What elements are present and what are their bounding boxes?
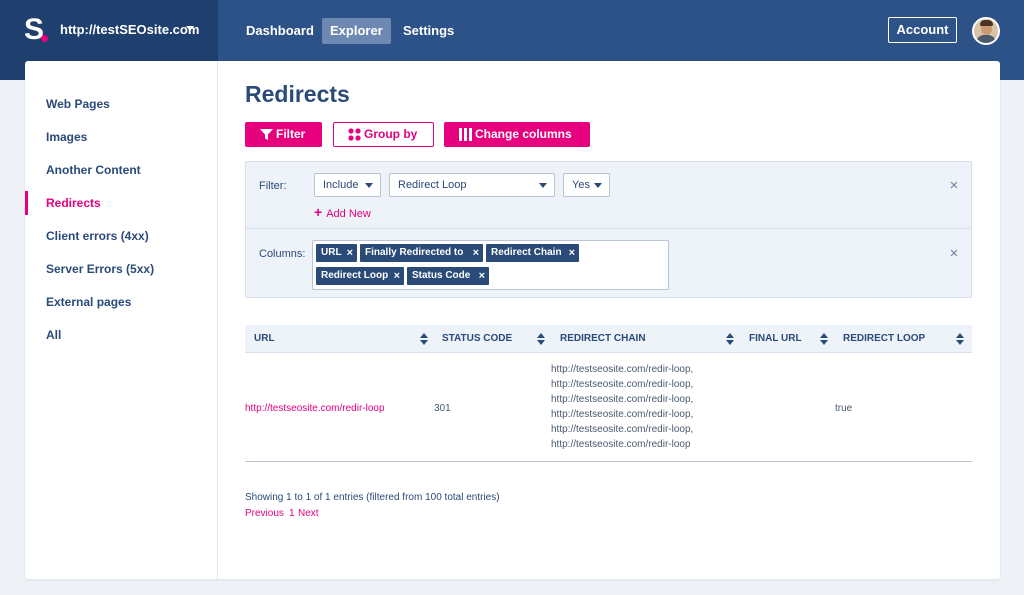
- columns-tag-input[interactable]: URL × Finally Redirected to × Redirect Cha…: [312, 240, 669, 290]
- chain-entry: http://testseosite.com/redir-loop,: [551, 394, 694, 405]
- column-tag-label: URL: [321, 247, 342, 258]
- column-tag[interactable]: Redirect Chain ×: [486, 244, 579, 262]
- entries-info: Showing 1 to 1 of 1 entries (filtered fr…: [245, 492, 500, 503]
- remove-tag-icon[interactable]: ×: [479, 267, 485, 285]
- nav-explorer[interactable]: Explorer: [322, 18, 391, 44]
- group-icon: [348, 128, 361, 141]
- chain-entry: http://testseosite.com/redir-loop: [551, 439, 691, 450]
- sidebar-item-all[interactable]: All: [25, 323, 217, 347]
- add-filter-link[interactable]: + Add New: [314, 204, 371, 220]
- logo-dot: [41, 35, 48, 42]
- sidebar-item-client-errors[interactable]: Client errors (4xx): [25, 224, 217, 248]
- column-header-final-url[interactable]: FINAL URL: [749, 325, 802, 353]
- chain-entry: http://testseosite.com/redir-loop,: [551, 409, 694, 420]
- chain-entry: http://testseosite.com/redir-loop,: [551, 364, 694, 375]
- column-header-redirect-loop[interactable]: REDIRECT LOOP: [843, 325, 925, 353]
- sidebar-item-server-errors[interactable]: Server Errors (5xx): [25, 257, 217, 281]
- column-tag-label: Redirect Loop: [321, 270, 389, 281]
- column-header-status-code[interactable]: STATUS CODE: [442, 325, 512, 353]
- chevron-down-icon: [365, 183, 373, 188]
- add-filter-label: Add New: [326, 208, 371, 220]
- chevron-down-icon[interactable]: [186, 26, 194, 31]
- sidebar-item-images[interactable]: Images: [25, 125, 217, 149]
- sort-icon[interactable]: [956, 333, 964, 345]
- sidebar-item-external-pages[interactable]: External pages: [25, 290, 217, 314]
- table-row: http://testseosite.com/redir-loop 301 ht…: [245, 354, 972, 462]
- column-tag[interactable]: Finally Redirected to ×: [360, 244, 483, 262]
- remove-tag-icon[interactable]: ×: [473, 244, 479, 262]
- column-tag[interactable]: Redirect Loop ×: [316, 267, 404, 285]
- column-tag[interactable]: URL ×: [316, 244, 357, 262]
- account-button[interactable]: Account: [888, 17, 957, 43]
- chain-entry: http://testseosite.com/redir-loop,: [551, 424, 694, 435]
- avatar[interactable]: [972, 17, 1000, 45]
- column-header-url[interactable]: URL: [254, 325, 275, 353]
- filter-value-select[interactable]: Yes: [563, 173, 610, 197]
- plus-icon: +: [314, 204, 323, 220]
- column-tag-label: Redirect Chain: [491, 247, 562, 258]
- column-tag-label: Finally Redirected to: [365, 247, 464, 258]
- columns-label: Columns:: [259, 248, 306, 260]
- filter-field-select[interactable]: Redirect Loop: [389, 173, 555, 197]
- columns-icon: [459, 128, 472, 141]
- remove-tag-icon[interactable]: ×: [394, 267, 400, 285]
- sort-icon[interactable]: [420, 333, 428, 345]
- remove-tag-icon[interactable]: ×: [569, 244, 575, 262]
- chevron-down-icon: [539, 183, 547, 188]
- column-tag-label: Status Code: [412, 270, 471, 281]
- filter-button-label: Filter: [276, 127, 306, 141]
- avatar-hair: [980, 20, 993, 26]
- chain-entry: http://testseosite.com/redir-loop,: [551, 379, 694, 390]
- funnel-icon: [260, 129, 273, 140]
- nav-settings[interactable]: Settings: [395, 18, 462, 44]
- panel-divider: [246, 228, 971, 229]
- filter-field-value: Redirect Loop: [398, 179, 467, 191]
- sidebar-item-another-content[interactable]: Another Content: [25, 158, 217, 182]
- sort-icon[interactable]: [820, 333, 828, 345]
- close-icon[interactable]: ×: [947, 246, 961, 261]
- group-by-button[interactable]: Group by: [333, 122, 434, 147]
- sort-icon[interactable]: [537, 333, 545, 345]
- status-code-cell: 301: [434, 403, 451, 414]
- url-link[interactable]: http://testseosite.com/redir-loop: [245, 403, 385, 414]
- sort-icon[interactable]: [726, 333, 734, 345]
- column-tag[interactable]: Status Code ×: [407, 267, 489, 285]
- table-header: URL STATUS CODE REDIRECT CHAIN FINAL URL…: [245, 325, 972, 353]
- group-by-button-label: Group by: [364, 127, 418, 141]
- main-card: Web Pages Images Another Content Redirec…: [25, 61, 1000, 579]
- filter-panel: Filter: Include Redirect Loop Yes + Add N…: [245, 161, 972, 298]
- change-columns-button[interactable]: Change columns: [444, 122, 590, 147]
- pagination-previous[interactable]: Previous: [245, 508, 284, 519]
- nav-dashboard[interactable]: Dashboard: [238, 18, 322, 44]
- sidebar: Web Pages Images Another Content Redirec…: [25, 61, 218, 579]
- filter-value-value: Yes: [572, 179, 590, 191]
- remove-tag-icon[interactable]: ×: [347, 244, 353, 262]
- filter-label: Filter:: [259, 180, 287, 192]
- site-selector[interactable]: http://testSEOsite.com: [60, 22, 199, 37]
- change-columns-button-label: Change columns: [475, 127, 572, 141]
- pagination-next[interactable]: Next: [298, 508, 319, 519]
- sidebar-item-web-pages[interactable]: Web Pages: [25, 92, 217, 116]
- filter-mode-value: Include: [323, 179, 359, 191]
- filter-button[interactable]: Filter: [245, 122, 322, 147]
- filter-mode-select[interactable]: Include: [314, 173, 381, 197]
- column-header-redirect-chain[interactable]: REDIRECT CHAIN: [560, 325, 646, 353]
- pagination-page-1[interactable]: 1: [289, 508, 295, 519]
- avatar-shirt: [976, 35, 996, 43]
- page-title: Redirects: [245, 81, 350, 107]
- redirect-loop-cell: true: [835, 403, 853, 414]
- close-icon[interactable]: ×: [947, 178, 961, 193]
- sidebar-item-redirects[interactable]: Redirects: [25, 191, 217, 215]
- chevron-down-icon: [594, 183, 602, 188]
- redirect-chain-cell: http://testseosite.com/redir-loop, http:…: [551, 362, 693, 452]
